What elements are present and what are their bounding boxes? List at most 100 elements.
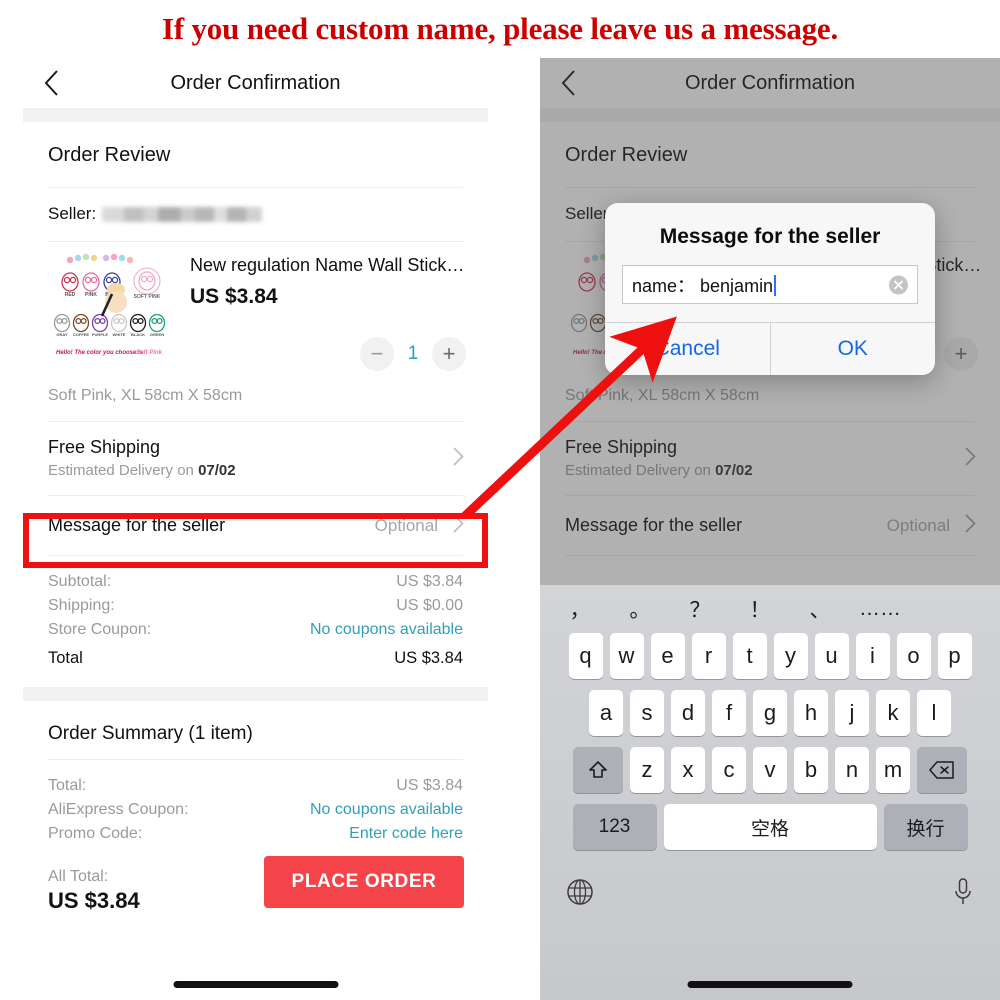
key-i[interactable]: i [855, 633, 890, 679]
order-review-title-right: Order Review [565, 144, 688, 166]
key-x[interactable]: x [671, 747, 705, 793]
shift-up-arrow-icon [589, 761, 607, 778]
shipping-eta-prefix-right: Estimated Delivery on [565, 462, 716, 479]
globe-key[interactable] [566, 878, 594, 911]
key-t[interactable]: t [732, 633, 767, 679]
key-e[interactable]: e [650, 633, 685, 679]
svg-text:PINK: PINK [85, 292, 97, 298]
clear-circle-icon[interactable] [889, 275, 908, 294]
svg-text:SOFT PINK: SOFT PINK [134, 294, 161, 300]
quantity-minus-button-left[interactable]: − [360, 337, 394, 371]
chevron-right-icon [453, 446, 464, 471]
shipping-subtitle-left: Estimated Delivery on 07/02 [48, 462, 463, 479]
product-row-left[interactable]: RED PINK BLUE [23, 242, 488, 371]
key-z[interactable]: z [630, 747, 664, 793]
key-v[interactable]: v [753, 747, 787, 793]
product-variant-left: Soft Pink, XL 58cm X 58cm [48, 387, 243, 404]
keyboard-row-1: q w e r t y u i o p [540, 633, 1000, 679]
shipping-eta-prefix-left: Estimated Delivery on [48, 462, 199, 479]
key-h[interactable]: h [794, 690, 828, 736]
seller-row-left: Seller: [23, 188, 488, 241]
quantity-plus-button-right[interactable]: + [944, 337, 978, 371]
key-s[interactable]: s [630, 690, 664, 736]
key-u[interactable]: u [814, 633, 849, 679]
summary-row: Total: US $3.84 [48, 774, 463, 798]
svg-text:COFFEE: COFFEE [73, 332, 90, 337]
checkout-footer-left: All Total: US $3.84 PLACE ORDER [23, 856, 488, 914]
microphone-icon [955, 878, 971, 904]
dialog-ok-button[interactable]: OK [769, 323, 936, 375]
quantity-plus-button-left[interactable]: + [432, 337, 466, 371]
suggestion-key[interactable]: ！ [730, 594, 790, 624]
text-caret [774, 274, 777, 296]
dictation-key[interactable] [952, 877, 974, 912]
product-name-left: New regulation Name Wall Sticke… [190, 255, 470, 275]
summary-value: US $3.84 [394, 649, 463, 667]
shipping-row-left[interactable]: Free Shipping Estimated Delivery on 07/0… [23, 422, 488, 495]
key-k[interactable]: k [876, 690, 910, 736]
seller-label-left: Seller: [48, 204, 97, 223]
store-coupon-link[interactable]: No coupons available [310, 621, 463, 639]
key-c[interactable]: c [712, 747, 746, 793]
space-key[interactable]: 空格 [663, 804, 877, 850]
suggestion-key[interactable]: 。 [610, 594, 670, 624]
key-f[interactable]: f [712, 690, 746, 736]
return-key[interactable]: 换行 [883, 804, 968, 850]
screenshot-root: If you need custom name, please leave us… [0, 0, 1000, 1000]
key-l[interactable]: l [917, 690, 951, 736]
shipping-subtitle-right: Estimated Delivery on 07/02 [565, 462, 975, 479]
globe-icon [567, 879, 593, 905]
keyboard-row-4: 123 空格 换行 [540, 804, 1000, 850]
message-row-label-right: Message for the seller [565, 515, 743, 535]
aliexpress-coupon-link[interactable]: No coupons available [310, 801, 463, 819]
promo-code-link[interactable]: Enter code here [349, 825, 463, 843]
summary-label: Subtotal: [48, 573, 112, 590]
home-indicator-left [173, 981, 338, 988]
shift-key[interactable] [573, 747, 623, 793]
svg-text:WHITE: WHITE [113, 332, 126, 337]
key-b[interactable]: b [794, 747, 828, 793]
section-gap-left [23, 687, 488, 701]
order-summary-card-left: Order Summary (1 item) Total: US $3.84 A… [23, 701, 488, 914]
numeric-key[interactable]: 123 [572, 804, 657, 850]
key-j[interactable]: j [835, 690, 869, 736]
suggestion-key[interactable]: ， [550, 594, 610, 624]
key-w[interactable]: w [609, 633, 644, 679]
order-summary-title-left: Order Summary (1 item) [48, 723, 253, 744]
summary-value: US $3.84 [396, 573, 463, 590]
key-r[interactable]: r [691, 633, 726, 679]
highlight-box-message-row [23, 513, 488, 568]
suggestion-key[interactable]: …… [850, 597, 910, 621]
message-row-value-right: Optional [886, 515, 950, 535]
shipping-row-right[interactable]: Free Shipping Estimated Delivery on 07/0… [540, 422, 1000, 495]
navigation-bar-right: Order Confirmation [540, 58, 1000, 108]
message-input-field[interactable]: name： benjamin [623, 272, 777, 298]
dialog-input-wrapper[interactable]: name： benjamin [622, 265, 918, 304]
color-chart-image: RED PINK BLUE [48, 250, 173, 365]
key-d[interactable]: d [671, 690, 705, 736]
dialog-cancel-button[interactable]: Cancel [605, 323, 770, 375]
key-y[interactable]: y [773, 633, 808, 679]
suggestion-key[interactable]: ？ [670, 594, 730, 624]
key-q[interactable]: q [568, 633, 603, 679]
navigation-bar-left: Order Confirmation [23, 58, 488, 108]
key-m[interactable]: m [876, 747, 910, 793]
key-o[interactable]: o [896, 633, 931, 679]
punctuation-suggestion-bar: ， 。 ？ ！ 、 …… [540, 585, 1000, 633]
price-summary-left: Subtotal: US $3.84 Shipping: US $0.00 St… [23, 556, 488, 687]
order-review-card-left: Order Review Seller: RED PINK SOFT PINK … [23, 122, 488, 687]
backspace-key[interactable] [917, 747, 967, 793]
key-a[interactable]: a [589, 690, 623, 736]
key-n[interactable]: n [835, 747, 869, 793]
summary-label: Total: [48, 777, 87, 794]
dialog-button-row: Cancel OK [605, 322, 935, 375]
key-p[interactable]: p [937, 633, 972, 679]
place-order-button-left[interactable]: PLACE ORDER [264, 856, 464, 908]
quantity-stepper-left[interactable]: − 1 + [360, 337, 466, 371]
summary-row: Store Coupon: No coupons available [48, 618, 463, 642]
message-for-seller-row-right[interactable]: Message for the seller Optional [540, 496, 1000, 555]
svg-text:GREEN: GREEN [150, 332, 164, 337]
key-g[interactable]: g [753, 690, 787, 736]
svg-text:GRAY: GRAY [56, 332, 68, 337]
suggestion-key[interactable]: 、 [790, 594, 850, 624]
